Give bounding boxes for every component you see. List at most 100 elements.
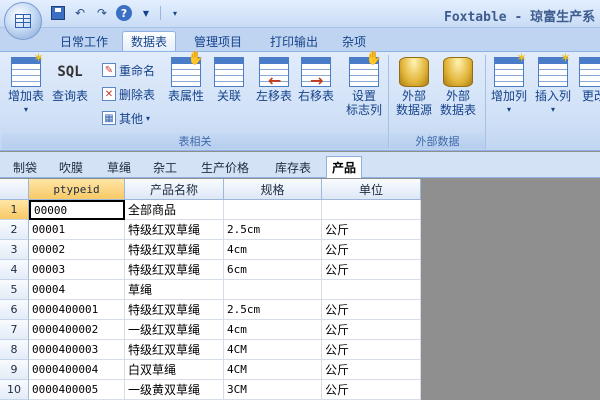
grid-cell[interactable]: 4CM [224, 340, 322, 360]
grid-cell[interactable]: 3CM [224, 380, 322, 400]
grid-cell[interactable]: 00004 [29, 280, 125, 300]
column-header-unit[interactable]: 单位 [322, 179, 421, 200]
grid-cell[interactable]: 全部商品 [125, 200, 224, 220]
grid-cell[interactable]: 公斤 [322, 220, 421, 240]
grid-cell[interactable]: 4CM [224, 360, 322, 380]
redo-button[interactable]: ↷ [94, 5, 110, 21]
grid-corner[interactable] [0, 179, 29, 200]
application-menu-button[interactable] [4, 2, 42, 40]
table-tab-rope[interactable]: 草绳 [102, 156, 136, 178]
grid-cell[interactable]: 公斤 [322, 240, 421, 260]
save-button[interactable] [50, 5, 66, 21]
column-header-ptypeid[interactable]: ptypeid [29, 179, 125, 200]
table-row[interactable]: 10 0000400005 一级黄双草绳 3CM 公斤 [0, 380, 421, 400]
grid-cell[interactable]: 特级红双草绳 [125, 240, 224, 260]
table-row[interactable]: 8 0000400003 特级红双草绳 4CM 公斤 [0, 340, 421, 360]
row-number[interactable]: 5 [0, 280, 29, 300]
column-header-product-name[interactable]: 产品名称 [125, 179, 224, 200]
grid-cell[interactable]: 草绳 [125, 280, 224, 300]
grid-cell[interactable]: 公斤 [322, 320, 421, 340]
grid-cell[interactable]: 0000400002 [29, 320, 125, 340]
undo-button[interactable]: ↶ [72, 5, 88, 21]
ribbon-panel: ✶ 增加表 ▾ SQL 查询表 ✎ 重命名 ✕ 删除表 ▦ 其他 ▾ ✋ 表属性… [0, 51, 600, 151]
grid-cell[interactable] [322, 200, 421, 220]
grid-cell[interactable]: 4cm [224, 240, 322, 260]
table-tab-production-price[interactable]: 生产价格 [196, 156, 254, 178]
column-header-spec[interactable]: 规格 [224, 179, 322, 200]
grid-cell[interactable]: 公斤 [322, 300, 421, 320]
other-button[interactable]: ▦ 其他 ▾ [102, 109, 150, 127]
row-number[interactable]: 6 [0, 300, 29, 320]
grid-cell[interactable] [322, 280, 421, 300]
grid-cell[interactable]: 特级红双草绳 [125, 300, 224, 320]
add-column-button[interactable]: ✶ 增加列 ▾ [491, 52, 527, 117]
tab-data-table[interactable]: 数据表 [122, 31, 177, 51]
grid-cell[interactable]: 一级黄双草绳 [125, 380, 224, 400]
rename-button[interactable]: ✎ 重命名 [102, 61, 155, 79]
grid-cell[interactable]: 公斤 [322, 380, 421, 400]
query-table-button[interactable]: SQL 查询表 [52, 57, 88, 103]
table-row[interactable]: 7 0000400002 一级红双草绳 4cm 公斤 [0, 320, 421, 340]
set-label-column-button[interactable]: ✋ 设置 标志列 [346, 52, 382, 118]
add-table-button[interactable]: ✶ 增加表 ▾ [8, 52, 44, 117]
external-source-button[interactable]: 外部 数据源 [396, 57, 432, 117]
grid-cell[interactable]: 一级红双草绳 [125, 320, 224, 340]
change-column-button[interactable]: 更改 [579, 57, 600, 103]
table-row[interactable]: 4 00003 特级红双草绳 6cm 公斤 [0, 260, 421, 280]
tab-misc[interactable]: 杂项 [334, 31, 374, 51]
table-tab-inventory[interactable]: 库存表 [270, 156, 316, 178]
table-tab-film[interactable]: 吹膜 [54, 156, 88, 178]
grid-cell[interactable]: 公斤 [322, 260, 421, 280]
row-number[interactable]: 7 [0, 320, 29, 340]
insert-column-button[interactable]: ✶ 插入列 ▾ [535, 52, 571, 117]
grid-cell[interactable]: 00003 [29, 260, 125, 280]
grid-cell[interactable]: 白双草绳 [125, 360, 224, 380]
help-button[interactable]: ? [116, 5, 132, 21]
move-table-right-button[interactable]: → 右移表 [298, 57, 334, 103]
grid-cell[interactable] [224, 200, 322, 220]
help-dropdown-button[interactable]: ▼ [138, 5, 154, 21]
row-number[interactable]: 9 [0, 360, 29, 380]
grid-cell[interactable]: 公斤 [322, 340, 421, 360]
grid-cell[interactable]: 0000400005 [29, 380, 125, 400]
grid-cell[interactable]: 0000400001 [29, 300, 125, 320]
tab-print-output[interactable]: 打印输出 [262, 31, 326, 51]
table-row[interactable]: 9 0000400004 白双草绳 4CM 公斤 [0, 360, 421, 380]
relations-button[interactable]: 关联 [214, 57, 244, 103]
tab-daily-work[interactable]: 日常工作 [52, 31, 116, 51]
grid-cell[interactable]: 00001 [29, 220, 125, 240]
grid-cell[interactable]: 特级红双草绳 [125, 340, 224, 360]
row-number[interactable]: 8 [0, 340, 29, 360]
row-number[interactable]: 10 [0, 380, 29, 400]
table-tab-bags[interactable]: 制袋 [8, 156, 42, 178]
grid-cell[interactable]: 2.5cm [224, 220, 322, 240]
grid-cell[interactable]: 公斤 [322, 360, 421, 380]
grid-cell[interactable]: 2.5cm [224, 300, 322, 320]
table-row[interactable]: 5 00004 草绳 [0, 280, 421, 300]
move-table-left-button[interactable]: ← 左移表 [256, 57, 292, 103]
table-tab-misc-work[interactable]: 杂工 [148, 156, 182, 178]
external-table-button[interactable]: 外部 数据表 [440, 57, 476, 117]
delete-table-button[interactable]: ✕ 删除表 [102, 85, 155, 103]
grid-cell[interactable]: 特级红双草绳 [125, 260, 224, 280]
tab-manage-project[interactable]: 管理项目 [186, 31, 250, 51]
row-number[interactable]: 1 [0, 200, 29, 220]
grid-cell[interactable]: 0000400003 [29, 340, 125, 360]
row-number[interactable]: 3 [0, 240, 29, 260]
grid-cell[interactable]: 6cm [224, 260, 322, 280]
row-number[interactable]: 4 [0, 260, 29, 280]
table-properties-button[interactable]: ✋ 表属性 [168, 52, 204, 104]
row-number[interactable]: 2 [0, 220, 29, 240]
table-tab-products[interactable]: 产品 [326, 156, 363, 178]
table-row[interactable]: 3 00002 特级红双草绳 4cm 公斤 [0, 240, 421, 260]
table-row[interactable]: 1 00000 全部商品 [0, 200, 421, 220]
table-row[interactable]: 2 00001 特级红双草绳 2.5cm 公斤 [0, 220, 421, 240]
grid-cell[interactable]: 4cm [224, 320, 322, 340]
grid-cell[interactable] [224, 280, 322, 300]
grid-cell[interactable]: 特级红双草绳 [125, 220, 224, 240]
customize-qat-button[interactable]: ▾ [167, 5, 183, 21]
table-row[interactable]: 6 0000400001 特级红双草绳 2.5cm 公斤 [0, 300, 421, 320]
grid-cell[interactable]: 00002 [29, 240, 125, 260]
grid-cell[interactable]: 00000 [29, 200, 125, 220]
grid-cell[interactable]: 0000400004 [29, 360, 125, 380]
